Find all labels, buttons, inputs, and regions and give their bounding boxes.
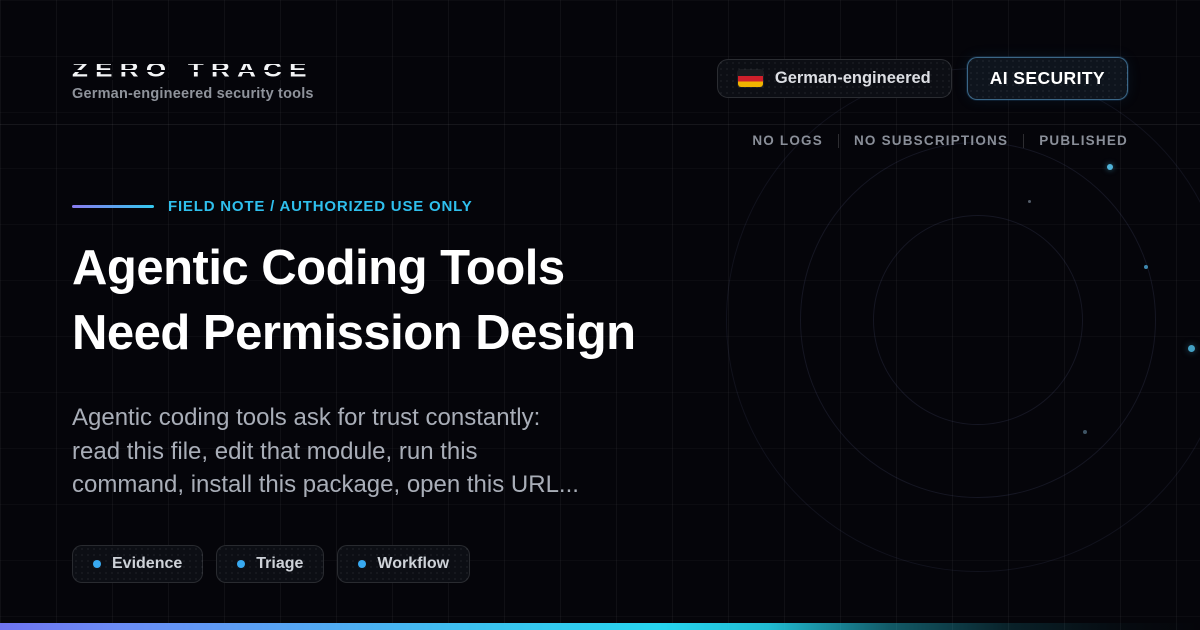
- decor-dot: [1188, 345, 1195, 352]
- tag-workflow[interactable]: Workflow: [337, 545, 470, 583]
- hero-description-line-3: command, install this package, open this…: [72, 468, 752, 502]
- decor-dot: [1107, 164, 1113, 170]
- meta-separator: [1023, 134, 1024, 148]
- decor-dot: [1028, 200, 1031, 203]
- brand-logo: ZERO TRACE German-engineered security to…: [72, 56, 314, 102]
- ai-security-button[interactable]: AI SECURITY: [967, 57, 1128, 100]
- meta-item-no-logs: NO LOGS: [752, 133, 823, 148]
- meta-item-no-subscriptions: NO SUBSCRIPTIONS: [854, 133, 1008, 148]
- brand-wordmark: ZERO TRACE: [72, 56, 305, 85]
- tag-triage[interactable]: Triage: [216, 545, 324, 583]
- decor-circle-inner: [873, 215, 1083, 425]
- decor-dot: [1144, 265, 1148, 269]
- hero-description-line-2: read this file, edit that module, run th…: [72, 435, 752, 469]
- page-title-line-1: Agentic Coding Tools: [72, 236, 752, 301]
- ai-security-label: AI SECURITY: [990, 68, 1105, 89]
- page-title-line-2: Need Permission Design: [72, 301, 752, 366]
- german-engineered-label: German-engineered: [775, 69, 931, 88]
- decor-dot: [1083, 430, 1087, 434]
- hero-description: Agentic coding tools ask for trust const…: [72, 401, 752, 502]
- tag-dot-icon: [237, 560, 245, 568]
- meta-separator: [838, 134, 839, 148]
- brand-tagline: German-engineered security tools: [72, 86, 314, 102]
- tag-dot-icon: [358, 560, 366, 568]
- bottom-accent-bar: [0, 623, 1200, 630]
- page-title: Agentic Coding Tools Need Permission Des…: [72, 236, 752, 366]
- german-flag-icon: [738, 70, 763, 87]
- hero-section: FIELD NOTE / AUTHORIZED USE ONLY Agentic…: [72, 198, 752, 583]
- hero-description-line-1: Agentic coding tools ask for trust const…: [72, 401, 752, 435]
- header-badges: German-engineered AI SECURITY: [717, 57, 1128, 100]
- eyebrow: FIELD NOTE / AUTHORIZED USE ONLY: [72, 198, 752, 215]
- tag-label: Triage: [256, 555, 303, 573]
- german-engineered-badge[interactable]: German-engineered: [717, 59, 952, 98]
- meta-item-published: PUBLISHED: [1039, 133, 1128, 148]
- tag-label: Workflow: [377, 555, 449, 573]
- eyebrow-label: FIELD NOTE / AUTHORIZED USE ONLY: [168, 198, 473, 215]
- tag-dot-icon: [93, 560, 101, 568]
- brand-name: ZERO TRACE: [72, 58, 314, 82]
- eyebrow-gradient-line: [72, 205, 154, 208]
- header: ZERO TRACE German-engineered security to…: [0, 0, 1200, 125]
- meta-bar: NO LOGS NO SUBSCRIPTIONS PUBLISHED: [752, 133, 1128, 148]
- tag-evidence[interactable]: Evidence: [72, 545, 203, 583]
- tag-list: Evidence Triage Workflow: [72, 545, 752, 583]
- tag-label: Evidence: [112, 555, 182, 573]
